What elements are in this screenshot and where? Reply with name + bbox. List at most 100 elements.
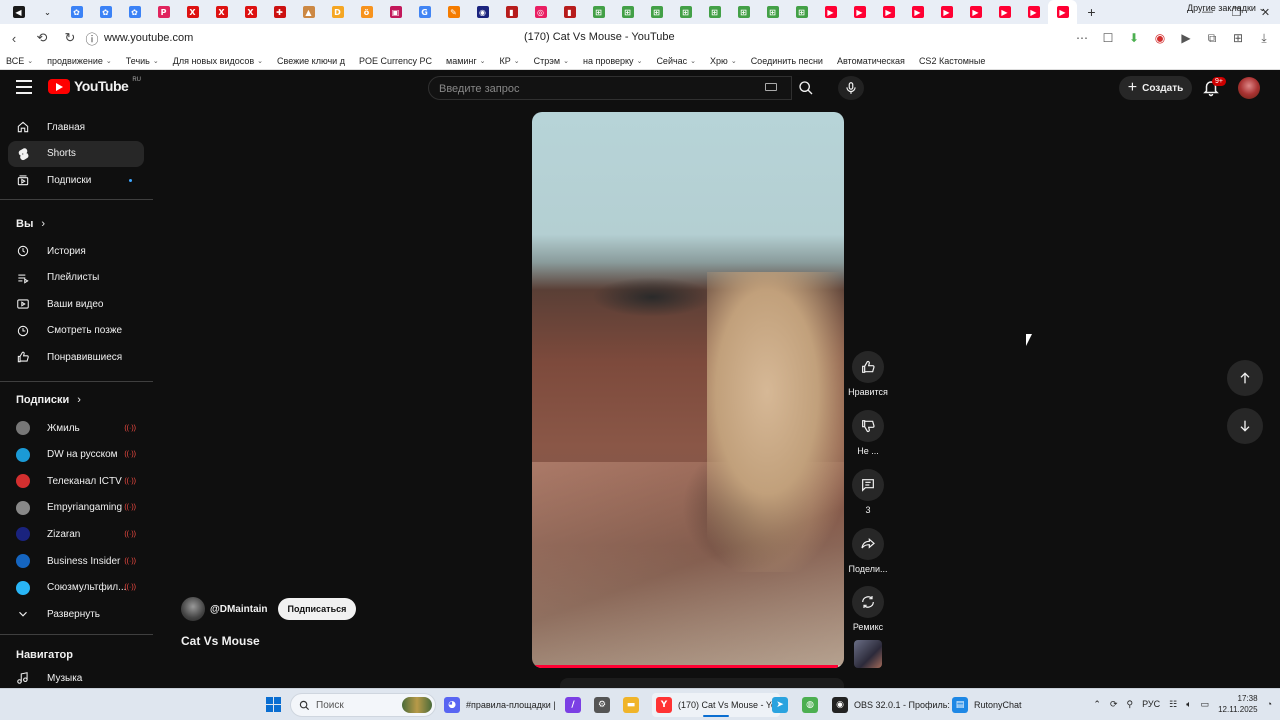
browser-tab[interactable]: ▶	[874, 0, 903, 24]
extension-icon[interactable]: ◉	[1150, 28, 1170, 48]
sidebar-item[interactable]: Плейлисты	[8, 265, 144, 291]
comments-button[interactable]	[852, 469, 884, 501]
extension-icon[interactable]: ▶	[1176, 28, 1196, 48]
browser-tab[interactable]: ⊞	[758, 0, 787, 24]
bookmark-item[interactable]: КР ⌄	[500, 56, 520, 66]
taskbar-app[interactable]: /	[565, 693, 581, 717]
site-info-icon[interactable]: ⓘ	[84, 24, 100, 52]
search-input[interactable]: Введите запрос	[428, 76, 792, 100]
bookmark-item[interactable]: POE Currency PC	[359, 56, 432, 66]
extensions-icon[interactable]: ⊞	[1228, 28, 1248, 48]
dislike-action[interactable]: Не ...	[845, 410, 891, 456]
browser-tab[interactable]: ▣	[381, 0, 410, 24]
browser-tab[interactable]: ▲	[294, 0, 323, 24]
sidebar-item[interactable]: Смотреть позже	[8, 318, 144, 344]
browser-tab[interactable]: X	[236, 0, 265, 24]
browser-tab[interactable]: ▶	[903, 0, 932, 24]
menu-icon[interactable]	[16, 80, 32, 94]
more-icon[interactable]: ⋯	[1072, 28, 1092, 48]
browser-tab[interactable]: ◉	[468, 0, 497, 24]
browser-tab[interactable]: ⊞	[584, 0, 613, 24]
taskbar-search[interactable]: Поиск	[290, 693, 436, 717]
downloads-icon[interactable]: ⤓	[1254, 28, 1274, 48]
channel-avatar[interactable]	[181, 597, 205, 621]
browser-tab[interactable]: X	[178, 0, 207, 24]
bookmark-item[interactable]: Сейчас ⌄	[656, 56, 696, 66]
subscription-channel[interactable]: Empyriangaming ((·))	[8, 495, 144, 521]
bookmark-item[interactable]: Хрю ⌄	[710, 56, 737, 66]
network-icon[interactable]: ☷	[1169, 699, 1177, 710]
share-action[interactable]: Подели...	[845, 528, 891, 574]
bookmark-item[interactable]: CS2 Кастомные	[919, 56, 985, 66]
taskbar-app[interactable]: ⚙	[594, 693, 610, 717]
youtube-logo[interactable]: YouTube RU	[48, 77, 141, 94]
collections-icon[interactable]: ⧉	[1202, 28, 1222, 48]
browser-tab[interactable]: ▮	[497, 0, 526, 24]
bookmark-item[interactable]: ВСЕ ⌄	[6, 56, 33, 66]
chevron-up-icon[interactable]: ⌃	[1093, 699, 1101, 710]
volume-icon[interactable]: 🔈︎	[1186, 699, 1191, 710]
browser-tab[interactable]: ▶	[932, 0, 961, 24]
taskbar-app[interactable]: ◉ OBS 32.0.1 - Профиль: F	[832, 693, 958, 717]
browser-tab[interactable]: ✿	[91, 0, 120, 24]
browser-tab[interactable]: ✿	[62, 0, 91, 24]
expand-subscriptions-button[interactable]: Развернуть	[8, 601, 144, 627]
subscription-channel[interactable]: Жмиль ((·))	[8, 415, 144, 441]
subscription-channel[interactable]: DW на русском ((·))	[8, 442, 144, 468]
language-indicator[interactable]: РУС	[1142, 699, 1160, 709]
browser-tab[interactable]: ⌄	[33, 0, 62, 24]
browser-tab[interactable]: D	[323, 0, 352, 24]
taskbar-app[interactable]: ▬	[623, 693, 639, 717]
subscription-channel[interactable]: Союзмультфил... ((·))	[8, 575, 144, 601]
browser-tab[interactable]: ⊞	[642, 0, 671, 24]
usb-icon[interactable]: ⚲	[1126, 699, 1133, 710]
browser-tab[interactable]: ▶	[1048, 0, 1077, 24]
sound-thumbnail[interactable]	[854, 640, 882, 668]
clock[interactable]: 17:38 12.11.2025	[1218, 693, 1257, 715]
browser-tab[interactable]: ✎	[439, 0, 468, 24]
subscriptions-section-header[interactable]: Подписки ›	[16, 394, 81, 406]
bookmark-item[interactable]: Соединить песни	[751, 56, 823, 66]
sync-icon[interactable]: ⟳	[1110, 699, 1118, 710]
bookmark-item[interactable]: маминг ⌄	[446, 56, 486, 66]
browser-tab[interactable]: ▮	[555, 0, 584, 24]
browser-tab[interactable]: X	[207, 0, 236, 24]
bookmark-item[interactable]: на проверку ⌄	[583, 56, 642, 66]
you-section-header[interactable]: Вы ›	[16, 218, 45, 230]
account-avatar[interactable]	[1238, 77, 1260, 99]
browser-tab[interactable]: ⊞	[729, 0, 758, 24]
sidebar-item[interactable]: Подписки	[8, 167, 144, 193]
next-short-preview[interactable]	[560, 678, 844, 688]
bookmark-icon[interactable]: ☐	[1098, 28, 1118, 48]
next-short-button[interactable]	[1227, 408, 1263, 444]
browser-tab[interactable]: ⊞	[671, 0, 700, 24]
remix-button[interactable]	[852, 586, 884, 618]
like-action[interactable]: Нравится	[845, 351, 891, 397]
subscribe-button[interactable]: Подписаться	[277, 598, 357, 620]
browser-tab[interactable]: ö	[352, 0, 381, 24]
subscription-channel[interactable]: Zizaran ((·))	[8, 521, 144, 547]
taskbar-app[interactable]: ➤	[772, 693, 788, 717]
bookmark-item[interactable]: продвижение ⌄	[47, 56, 112, 66]
other-bookmarks[interactable]: Другие закладки ⌄	[1187, 3, 1266, 14]
sidebar-toggle-icon[interactable]: ⟲	[28, 24, 56, 52]
browser-tab[interactable]: ▶	[816, 0, 845, 24]
subscription-channel[interactable]: Business Insider ((·))	[8, 548, 144, 574]
like-button[interactable]	[852, 351, 884, 383]
search-button[interactable]	[792, 76, 820, 100]
short-title[interactable]: Cat Vs Mouse	[181, 634, 260, 648]
sidebar-item[interactable]: Главная	[8, 114, 144, 140]
browser-tab[interactable]: ⊞	[787, 0, 816, 24]
bookmark-item[interactable]: Автоматическая	[837, 56, 905, 66]
share-button[interactable]	[852, 528, 884, 560]
taskbar-app[interactable]: ▤ RutonyChat	[952, 693, 1022, 717]
browser-tab[interactable]: ▶	[961, 0, 990, 24]
browser-tab[interactable]: ◀	[4, 0, 33, 24]
start-button[interactable]	[266, 697, 281, 712]
browser-tab[interactable]: ▶	[1019, 0, 1048, 24]
taskbar-app[interactable]: ◍	[802, 693, 818, 717]
channel-name[interactable]: @DMaintain	[210, 604, 268, 615]
browser-tab[interactable]: ⊞	[613, 0, 642, 24]
url-field[interactable]: www.youtube.com	[104, 32, 193, 44]
remix-action[interactable]: Ремикс	[845, 586, 891, 632]
